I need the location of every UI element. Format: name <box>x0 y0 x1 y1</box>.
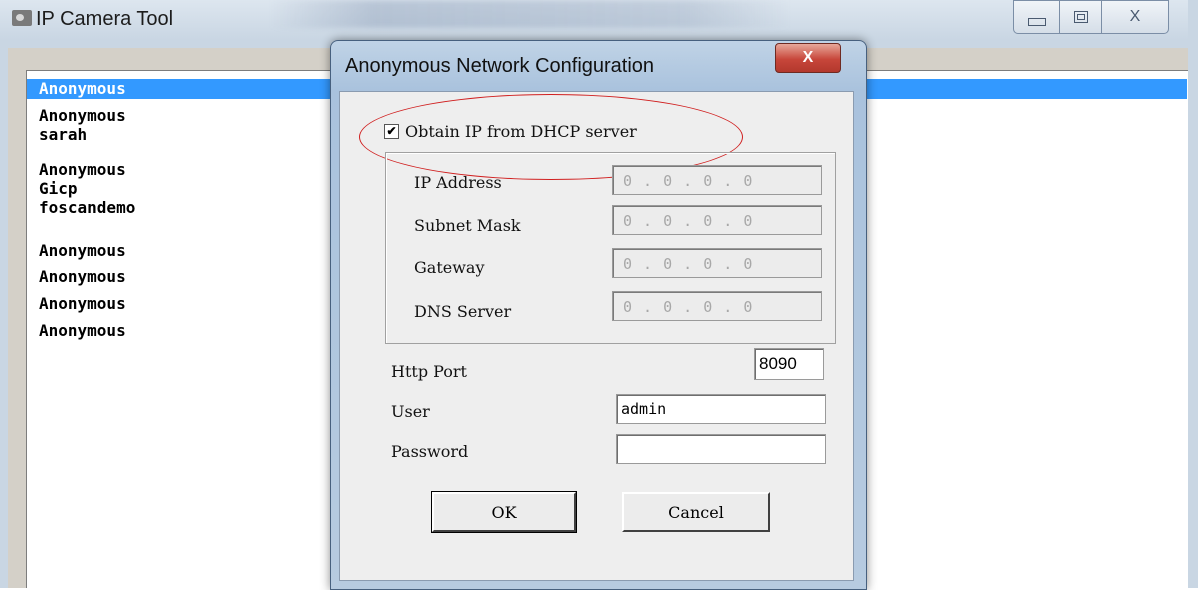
dns-server-field[interactable]: 0 . 0 . 0 . 0 <box>612 291 822 321</box>
window-controls: X <box>1003 0 1171 34</box>
dhcp-label: Obtain IP from DHCP server <box>405 121 637 141</box>
minimize-button[interactable] <box>1013 0 1061 34</box>
close-icon: X <box>802 49 814 66</box>
ip-settings-group: IP Address 0 . 0 . 0 . 0 Subnet Mask 0 .… <box>385 152 836 344</box>
subnet-mask-label: Subnet Mask <box>414 216 521 235</box>
user-input[interactable]: admin <box>616 394 826 424</box>
dialog-title: Anonymous Network Configuration <box>345 55 655 77</box>
dns-server-label: DNS Server <box>414 302 512 321</box>
maximize-button[interactable] <box>1059 0 1103 34</box>
dialog-close-button[interactable]: X <box>775 43 841 73</box>
password-label: Password <box>391 442 469 461</box>
gateway-label: Gateway <box>414 258 485 277</box>
subnet-mask-field[interactable]: 0 . 0 . 0 . 0 <box>612 205 822 235</box>
camera-icon <box>12 10 32 26</box>
window-title: IP Camera Tool <box>36 8 174 30</box>
ip-address-label: IP Address <box>414 173 502 192</box>
dhcp-option[interactable]: ✔ Obtain IP from DHCP server <box>384 120 637 142</box>
user-label: User <box>391 402 430 421</box>
maximize-icon <box>1074 11 1088 23</box>
dhcp-checkbox[interactable]: ✔ <box>384 123 399 139</box>
password-input[interactable] <box>616 434 826 464</box>
ok-button[interactable]: OK <box>431 491 577 533</box>
ip-address-field[interactable]: 0 . 0 . 0 . 0 <box>612 165 822 195</box>
close-button[interactable]: X <box>1101 0 1169 34</box>
background-window-blur <box>270 0 790 28</box>
minimize-icon <box>1028 18 1046 26</box>
gateway-field[interactable]: 0 . 0 . 0 . 0 <box>612 248 822 278</box>
cancel-button[interactable]: Cancel <box>622 492 770 532</box>
dialog-body: ✔ Obtain IP from DHCP server IP Address … <box>339 91 854 581</box>
network-config-dialog: Anonymous Network Configuration X ✔ Obta… <box>330 40 867 590</box>
close-icon: X <box>1129 8 1141 25</box>
http-port-label: Http Port <box>391 362 467 381</box>
http-port-input[interactable]: 8090 <box>754 348 824 380</box>
window-border <box>1188 0 1198 588</box>
